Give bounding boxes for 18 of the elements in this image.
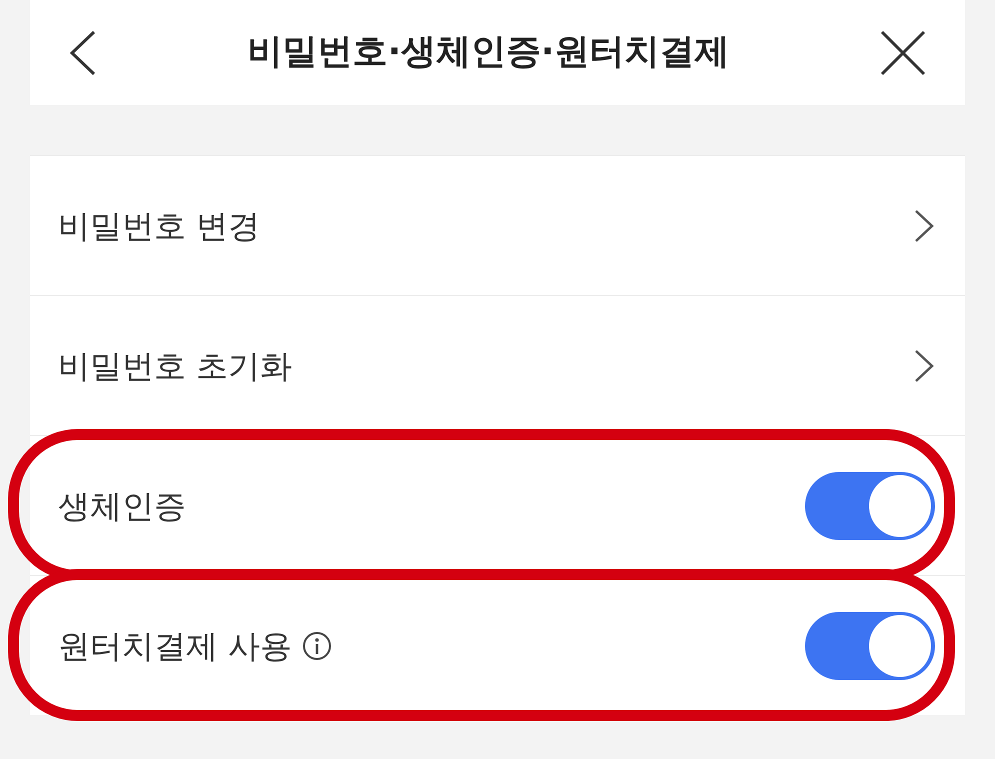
settings-row[interactable]: 비밀번호 초기화 [30, 295, 965, 435]
close-icon[interactable] [879, 28, 927, 76]
settings-row[interactable]: 생체인증 [30, 435, 965, 575]
window-title: 비밀번호·생체인증·원터치결제 [246, 31, 730, 74]
settings-row[interactable]: 원터치결제 사용 [30, 575, 965, 715]
toggle-knob [869, 474, 931, 536]
toggle-switch[interactable] [805, 472, 935, 540]
row-label: 비밀번호 변경 [58, 206, 260, 246]
toggle-knob [869, 614, 931, 676]
row-label: 원터치결제 사용 [58, 626, 292, 666]
settings-row[interactable]: 비밀번호 변경 [30, 155, 965, 295]
back-icon[interactable] [68, 28, 98, 76]
toggle-switch[interactable] [805, 612, 935, 680]
row-label: 비밀번호 초기화 [58, 346, 292, 386]
chevron-right-icon[interactable] [913, 348, 935, 384]
row-label: 생체인증 [58, 486, 186, 526]
chevron-right-icon[interactable] [913, 208, 935, 244]
info-icon[interactable] [302, 630, 332, 660]
